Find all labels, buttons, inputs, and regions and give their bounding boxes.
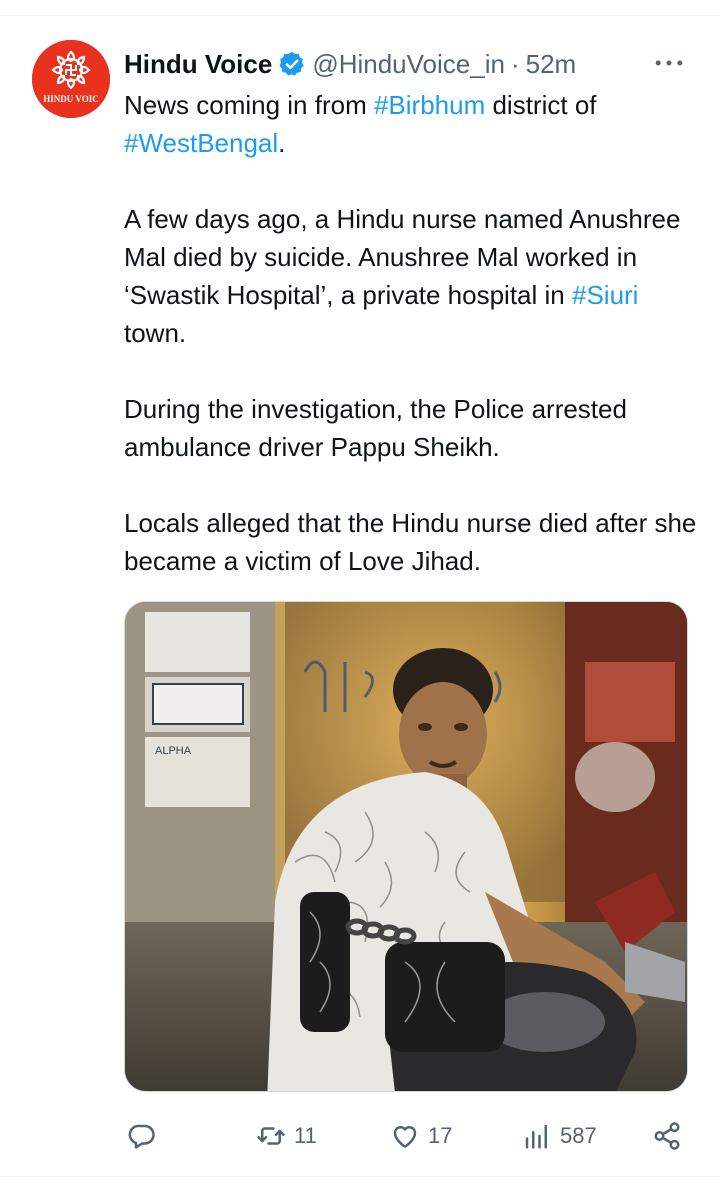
tweet-text-segment: district of — [485, 90, 597, 120]
verified-badge-icon[interactable] — [278, 50, 306, 78]
like-button[interactable]: 17 — [390, 1112, 452, 1160]
tweet-text-segment: town. — [124, 318, 187, 348]
avatar[interactable]: HINDU VOIC — [32, 40, 110, 118]
hashtag-link[interactable]: #Siuri — [572, 280, 638, 310]
top-divider — [0, 0, 720, 16]
tweet-text: News coming in from #Birbhum district of… — [124, 86, 704, 580]
separator-dot: · — [510, 48, 520, 79]
views-bar-chart-icon — [522, 1121, 552, 1151]
tweet-text-segment: During the investigation, the Police arr… — [124, 394, 627, 462]
tweet-paragraph: News coming in from #Birbhum district of… — [124, 86, 704, 162]
like-count: 17 — [428, 1123, 453, 1148]
hashtag-link[interactable]: #WestBengal — [124, 128, 278, 158]
tweet-header: Hindu Voice @HinduVoice_in · 52m — [124, 44, 694, 84]
avatar-logo-icon: HINDU VOIC — [32, 40, 110, 118]
svg-text:ALPHA: ALPHA — [155, 745, 192, 757]
timestamp[interactable]: 52m — [526, 49, 577, 80]
retweet-button[interactable]: 11 — [256, 1112, 317, 1160]
tweet-media-image[interactable]: ALPHA — [124, 601, 688, 1092]
tweet-text-segment: . — [278, 128, 286, 158]
retweet-count: 11 — [294, 1123, 317, 1148]
tweet-paragraph: During the investigation, the Police arr… — [124, 390, 704, 466]
tweet-paragraph: A few days ago, a Hindu nurse named Anus… — [124, 200, 704, 352]
bottom-divider — [0, 1176, 720, 1177]
hashtag-link[interactable]: #Birbhum — [374, 90, 485, 120]
tweet-text-segment: Locals alleged that the Hindu nurse died… — [124, 508, 697, 576]
more-options-icon[interactable] — [648, 46, 690, 80]
user-handle[interactable]: @HinduVoice_in — [312, 49, 505, 80]
share-button[interactable] — [652, 1112, 682, 1160]
views-count: 587 — [560, 1123, 597, 1148]
views-button[interactable]: 587 — [522, 1112, 597, 1160]
display-name[interactable]: Hindu Voice — [124, 49, 272, 80]
reply-button[interactable] — [126, 1112, 164, 1160]
tweet-text-segment: News coming in from — [124, 90, 374, 120]
retweet-icon — [256, 1121, 286, 1151]
tweet-actions-bar: 11 17 587 — [124, 1112, 694, 1160]
share-icon — [652, 1121, 682, 1151]
photo-man-on-motorcycle: ALPHA — [125, 602, 687, 1091]
heart-icon — [390, 1121, 420, 1151]
svg-text:HINDU VOIC: HINDU VOIC — [43, 94, 98, 104]
tweet-paragraph: Locals alleged that the Hindu nurse died… — [124, 504, 704, 580]
reply-icon — [126, 1121, 156, 1151]
